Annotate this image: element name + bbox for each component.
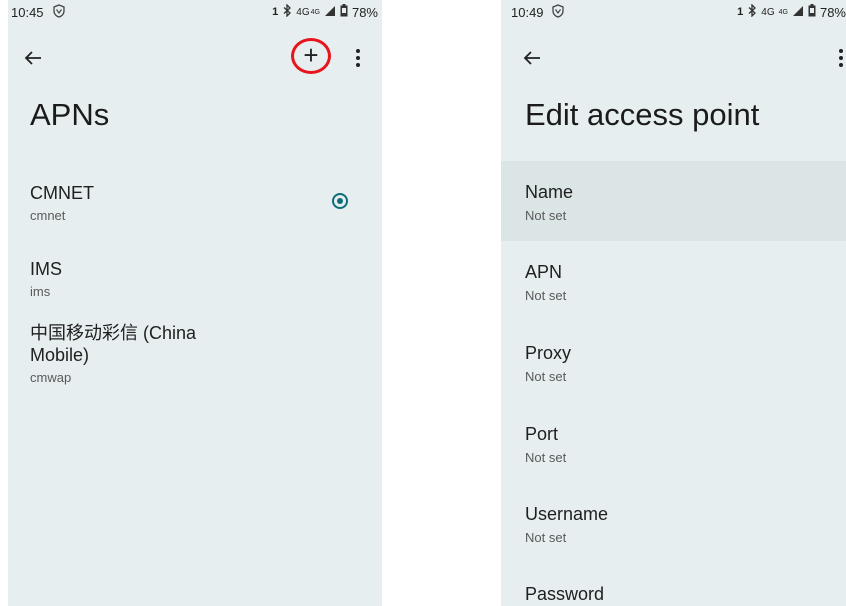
- apn-item-cmwap[interactable]: 中国移动彩信 (China Mobile) cmwap: [30, 322, 330, 385]
- page-title: Edit access point: [525, 97, 760, 132]
- apn-value: cmnet: [30, 208, 66, 223]
- apn-name-line1: 中国移动彩信 (China: [30, 323, 197, 343]
- status-time: 10:45: [11, 5, 44, 20]
- battery-icon: [340, 4, 348, 20]
- bluetooth-icon: [747, 3, 757, 20]
- network-type: 4G: [761, 6, 775, 18]
- field-password[interactable]: Password: [501, 561, 846, 606]
- network-type-secondary: 4G: [310, 8, 320, 16]
- field-summary: Not set: [525, 369, 567, 384]
- apn-name: IMS: [30, 259, 63, 279]
- apn-value: ims: [30, 284, 51, 299]
- more-options-icon[interactable]: [836, 48, 846, 70]
- bluetooth-icon: [282, 3, 292, 20]
- signal-icon: [324, 5, 336, 20]
- field-proxy[interactable]: Proxy Not set: [501, 321, 846, 401]
- more-options-icon[interactable]: [353, 48, 363, 70]
- field-apn[interactable]: APN Not set: [501, 241, 846, 321]
- field-username[interactable]: Username Not set: [501, 481, 846, 561]
- apn-name-line2: Mobile): [30, 345, 90, 365]
- edit-access-point-screen: 10:49 1 4G 4G 78% Edit access point Name: [501, 0, 846, 606]
- apn-name: CMNET: [30, 183, 94, 203]
- vpn-shield-icon: [52, 4, 66, 21]
- field-summary: Not set: [525, 288, 567, 303]
- field-summary: Not set: [525, 450, 567, 465]
- status-bar: 10:45 1 4G 4G 78%: [8, 0, 382, 24]
- apn-value: cmwap: [30, 370, 72, 385]
- battery-percent: 78%: [819, 4, 846, 20]
- sim-slot-indicator: 1: [272, 6, 279, 18]
- back-arrow-icon[interactable]: [523, 44, 541, 74]
- field-title: Password: [525, 584, 605, 604]
- field-summary: Not set: [525, 208, 567, 223]
- field-title: Port: [525, 424, 559, 444]
- battery-icon: [808, 4, 816, 20]
- field-summary: Not set: [525, 530, 567, 545]
- sim-slot-indicator: 1: [737, 6, 744, 18]
- apn-radio-cmnet-selected[interactable]: [332, 193, 348, 209]
- status-bar: 10:49 1 4G 4G 78%: [501, 0, 846, 24]
- network-type: 4G: [296, 6, 310, 18]
- page-title: APNs: [30, 97, 110, 132]
- field-title: Name: [525, 182, 574, 202]
- vpn-shield-icon: [551, 4, 565, 21]
- back-arrow-icon[interactable]: [24, 44, 42, 74]
- status-time: 10:49: [511, 5, 544, 20]
- add-apn-button[interactable]: +: [291, 38, 331, 74]
- field-name[interactable]: Name Not set: [501, 161, 846, 241]
- network-type-secondary: 4G: [778, 8, 788, 16]
- apn-list-screen: 10:45 1 4G 4G 78% + APNs CMNET cmnet IMS…: [8, 0, 382, 606]
- signal-icon: [792, 5, 804, 20]
- field-title: Proxy: [525, 343, 572, 363]
- field-port[interactable]: Port Not set: [501, 401, 846, 481]
- apn-item-ims[interactable]: IMS ims: [30, 258, 330, 299]
- field-title: Username: [525, 504, 609, 524]
- battery-percent: 78%: [351, 4, 378, 20]
- field-title: APN: [525, 262, 563, 282]
- apn-item-cmnet[interactable]: CMNET cmnet: [30, 182, 330, 223]
- radio-dot: [337, 198, 343, 204]
- plus-icon: +: [303, 40, 319, 70]
